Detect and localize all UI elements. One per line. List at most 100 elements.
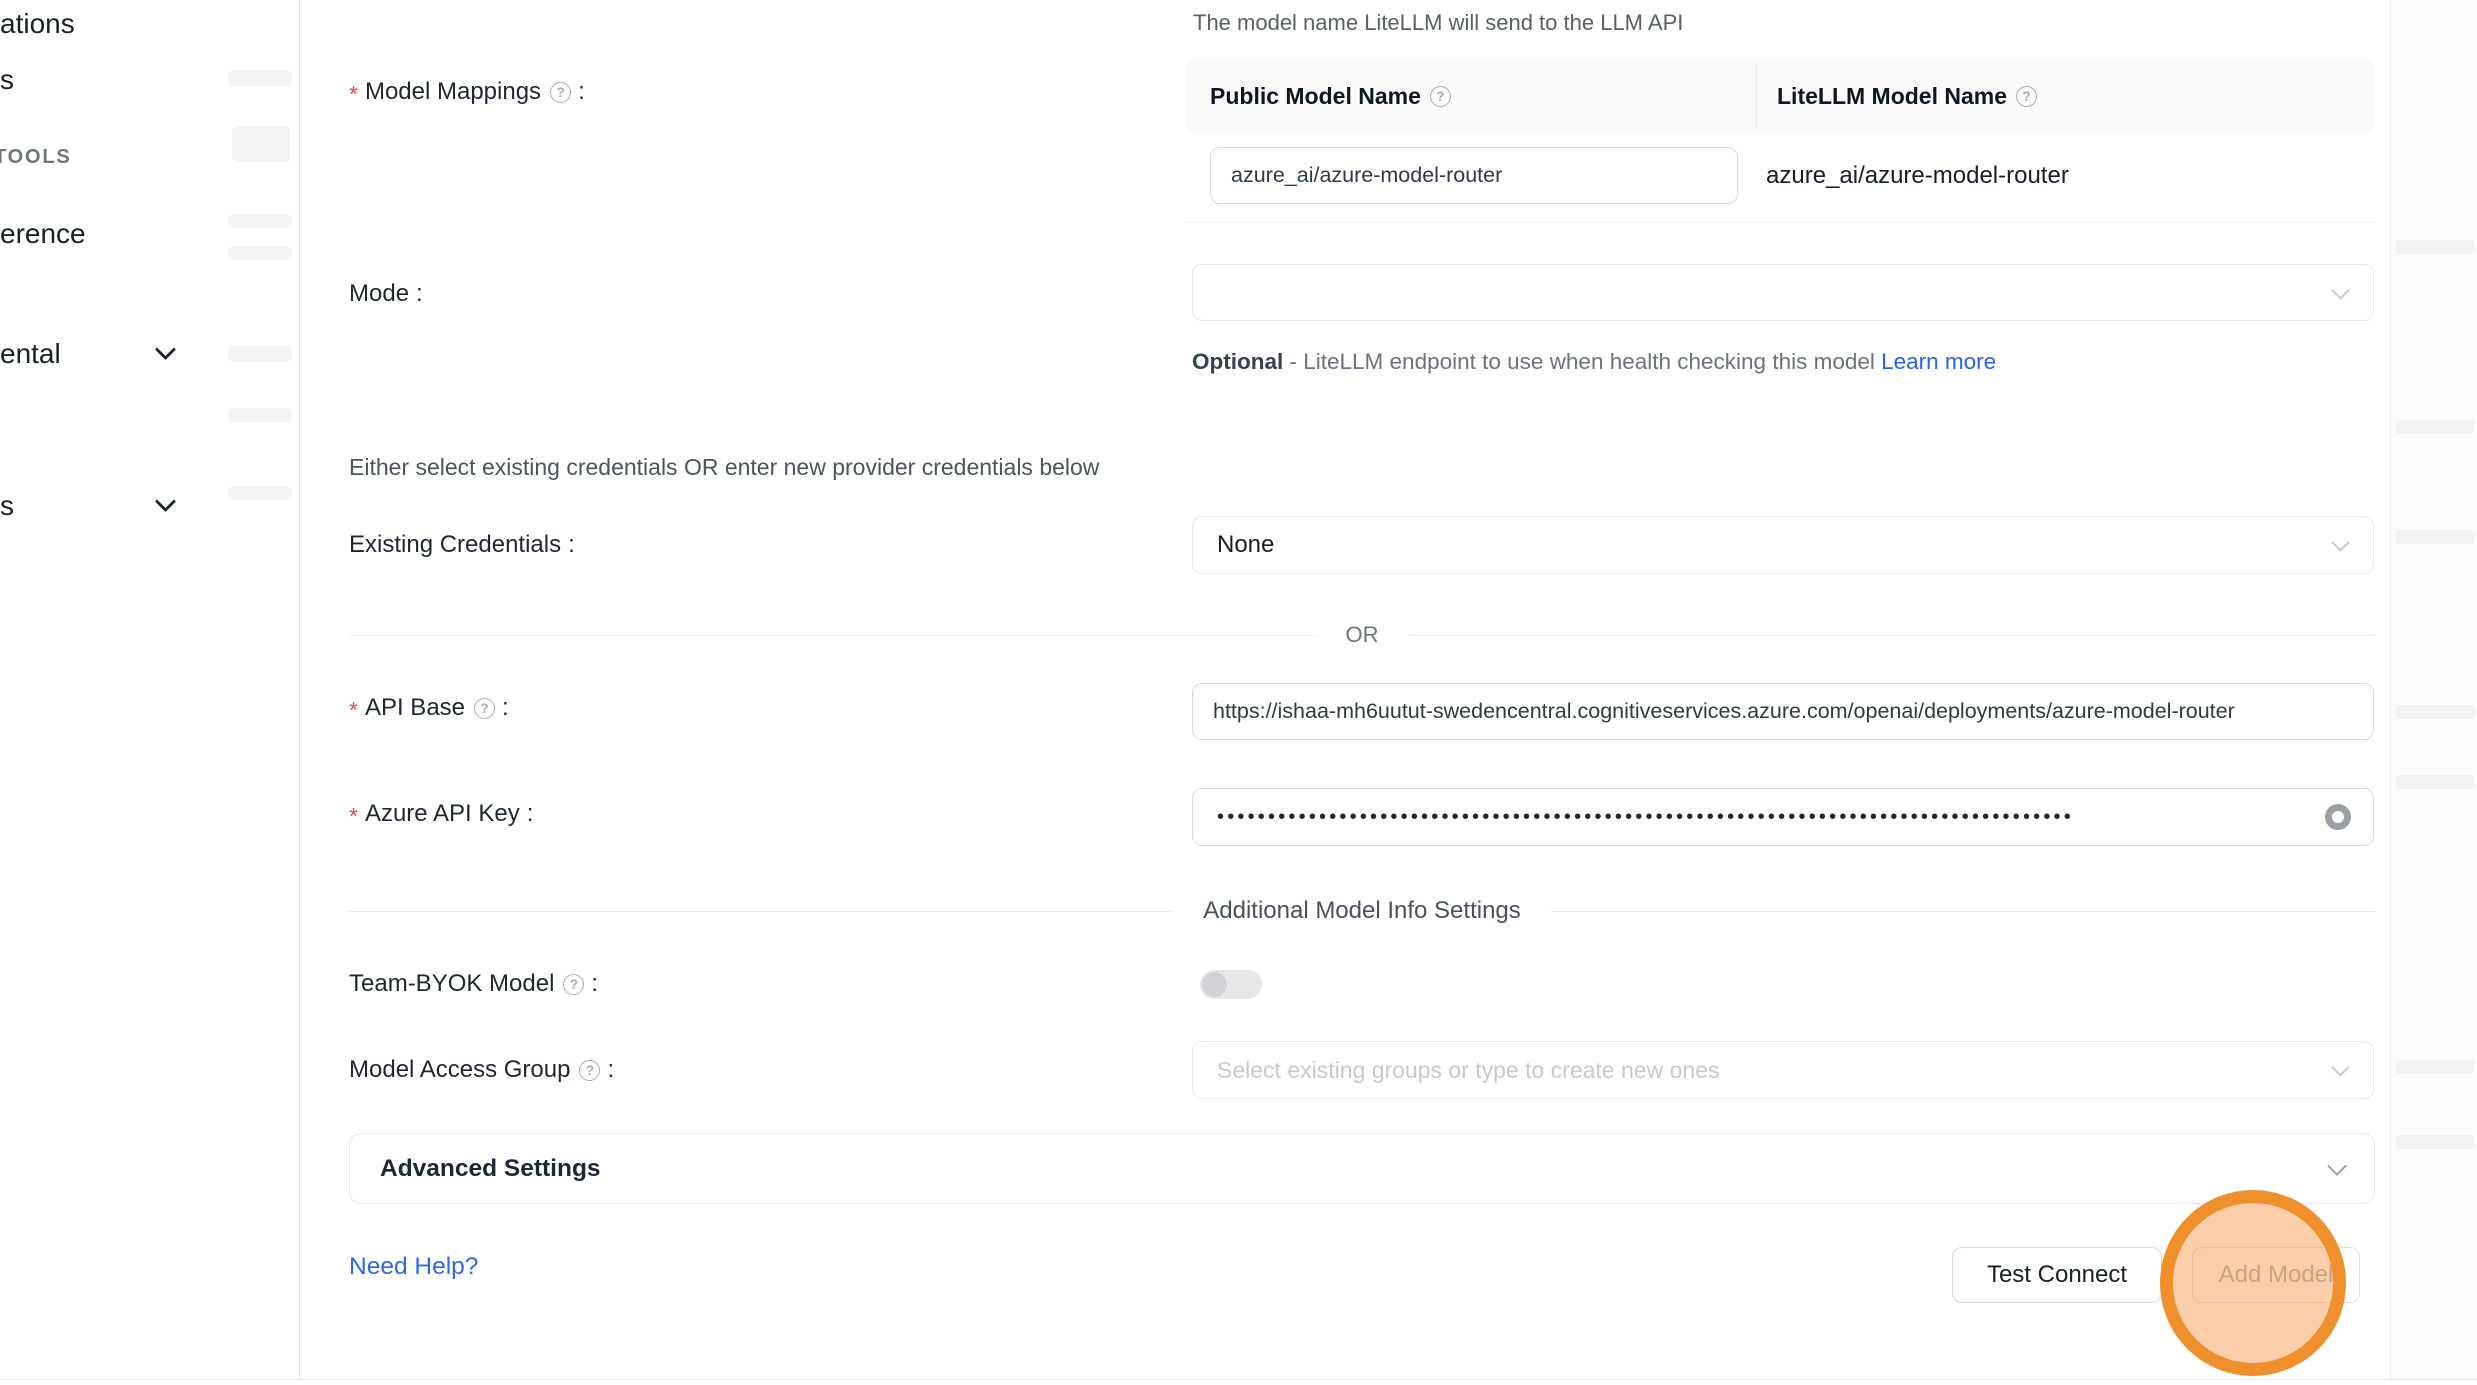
mode-hint: Optional - LiteLLM endpoint to use when … <box>1192 342 2007 382</box>
sidebar-item-s1[interactable]: s <box>0 64 14 96</box>
dimmed-background-fragment <box>228 408 292 422</box>
model-access-group-label-text: Model Access Group <box>349 1056 570 1084</box>
dimmed-background-fragment <box>2396 530 2474 544</box>
team-byok-label: Team-BYOK Model : <box>349 970 598 998</box>
sidebar-item-erence[interactable]: erence <box>0 218 86 250</box>
existing-credentials-select[interactable]: None <box>1192 516 2374 574</box>
mode-select[interactable] <box>1192 264 2374 321</box>
existing-credentials-label-text: Existing Credentials <box>349 531 561 559</box>
public-model-name-header: Public Model Name <box>1186 83 1756 110</box>
dimmed-background-fragment <box>228 346 292 362</box>
or-divider: OR <box>349 622 2375 648</box>
mode-label: Mode : <box>349 280 423 308</box>
dimmed-background-fragment <box>2396 705 2474 719</box>
litellm-model-name-header-label: LiteLLM Model Name <box>1777 83 2007 110</box>
test-connect-button[interactable]: Test Connect <box>1952 1247 2162 1303</box>
dimmed-background-fragment <box>232 126 290 162</box>
litellm-model-name-header: LiteLLM Model Name <box>1757 83 2037 110</box>
mode-hint-text: - LiteLLM endpoint to use when health ch… <box>1283 349 1881 374</box>
azure-api-key-label-text: Azure API Key <box>365 800 520 828</box>
sidebar-item-s2[interactable]: s <box>0 490 14 522</box>
label-colon: : <box>568 531 575 559</box>
help-icon[interactable] <box>474 698 495 719</box>
required-asterisk: * <box>349 803 358 830</box>
dimmed-background-fragment <box>2396 240 2474 254</box>
help-icon[interactable] <box>2016 86 2037 107</box>
help-icon[interactable] <box>550 82 571 103</box>
chevron-down-icon <box>2331 533 2349 551</box>
public-model-name-header-label: Public Model Name <box>1210 83 1421 110</box>
existing-credentials-label: Existing Credentials : <box>349 531 575 559</box>
model-name-hint: The model name LiteLLM will send to the … <box>1193 10 1683 36</box>
label-colon: : <box>416 280 423 308</box>
dimmed-background-fragment <box>228 214 292 228</box>
dimmed-background-fragment <box>228 70 292 86</box>
chevron-down-icon[interactable] <box>155 491 176 512</box>
model-access-group-label: Model Access Group : <box>349 1056 614 1084</box>
existing-credentials-value: None <box>1193 531 1274 559</box>
model-mappings-label-text: Model Mappings <box>365 78 541 106</box>
chevron-down-icon <box>2331 281 2349 299</box>
sidebar-item-ations[interactable]: ations <box>0 8 75 40</box>
modal-bottom-divider <box>0 1379 2477 1380</box>
chevron-down-icon[interactable] <box>155 339 176 360</box>
divider-line <box>1409 635 2376 636</box>
model-mappings-label: * Model Mappings : <box>349 78 585 106</box>
label-colon: : <box>527 800 534 828</box>
api-base-input[interactable]: https://ishaa-mh6uutut-swedencentral.cog… <box>1192 683 2374 740</box>
eye-toggle-icon[interactable] <box>2325 804 2351 830</box>
required-asterisk: * <box>349 81 358 108</box>
or-divider-text: OR <box>1346 622 1379 648</box>
api-base-label-text: API Base <box>365 694 465 722</box>
toggle-knob <box>1202 972 1227 997</box>
credentials-note: Either select existing credentials OR en… <box>349 454 1099 481</box>
table-row-underline <box>1186 222 2374 223</box>
add-model-page: ations s TOOLS erence ental s The model … <box>0 0 2477 1385</box>
help-icon[interactable] <box>579 1060 600 1081</box>
sidebar-item-ental[interactable]: ental <box>0 338 61 370</box>
additional-settings-divider: Additional Model Info Settings <box>349 897 2375 925</box>
api-base-label: * API Base : <box>349 694 509 722</box>
advanced-settings-panel[interactable]: Advanced Settings <box>349 1133 2375 1204</box>
label-colon: : <box>607 1056 614 1084</box>
divider-line <box>349 635 1316 636</box>
help-icon[interactable] <box>563 974 584 995</box>
highlight-circle-annotation <box>2160 1190 2346 1376</box>
chevron-down-icon <box>2327 1156 2347 1176</box>
chevron-down-icon <box>2331 1058 2349 1076</box>
dimmed-background-fragment <box>2396 1060 2474 1074</box>
dimmed-background-fragment <box>228 246 292 260</box>
team-byok-toggle[interactable] <box>1200 970 1262 999</box>
model-access-group-select[interactable]: Select existing groups or type to create… <box>1192 1041 2374 1099</box>
label-colon: : <box>502 694 509 722</box>
model-access-group-placeholder: Select existing groups or type to create… <box>1193 1057 1719 1084</box>
help-icon[interactable] <box>1430 86 1451 107</box>
additional-settings-divider-text: Additional Model Info Settings <box>1203 897 1521 925</box>
dimmed-background-fragment <box>2396 420 2474 434</box>
azure-api-key-label: * Azure API Key : <box>349 800 533 828</box>
azure-api-key-input[interactable]: ••••••••••••••••••••••••••••••••••••••••… <box>1192 788 2374 846</box>
model-mappings-table-header: Public Model Name LiteLLM Model Name <box>1186 59 2374 133</box>
public-model-name-value: azure_ai/azure-model-router <box>1211 163 1502 188</box>
label-colon: : <box>591 970 598 998</box>
sidebar-divider <box>299 0 300 1379</box>
mode-hint-bold: Optional <box>1192 349 1283 374</box>
advanced-settings-label: Advanced Settings <box>350 1155 601 1183</box>
modal-right-edge <box>2390 0 2391 1379</box>
api-base-value: https://ishaa-mh6uutut-swedencentral.cog… <box>1193 699 2235 724</box>
dimmed-page-right <box>2391 0 2477 1379</box>
dimmed-background-fragment <box>2396 775 2474 789</box>
learn-more-link[interactable]: Learn more <box>1881 349 1996 374</box>
divider-line <box>1551 911 2375 912</box>
azure-api-key-masked-value: ••••••••••••••••••••••••••••••••••••••••… <box>1193 806 2253 829</box>
label-colon: : <box>578 78 585 106</box>
team-byok-label-text: Team-BYOK Model <box>349 970 554 998</box>
dimmed-background-fragment <box>2396 1135 2474 1149</box>
litellm-model-name-value: azure_ai/azure-model-router <box>1766 162 2069 190</box>
mode-label-text: Mode <box>349 280 409 308</box>
required-asterisk: * <box>349 697 358 724</box>
public-model-name-input[interactable]: azure_ai/azure-model-router <box>1210 147 1738 204</box>
divider-line <box>349 911 1173 912</box>
need-help-link[interactable]: Need Help? <box>349 1253 478 1281</box>
dimmed-background-fragment <box>228 486 292 500</box>
